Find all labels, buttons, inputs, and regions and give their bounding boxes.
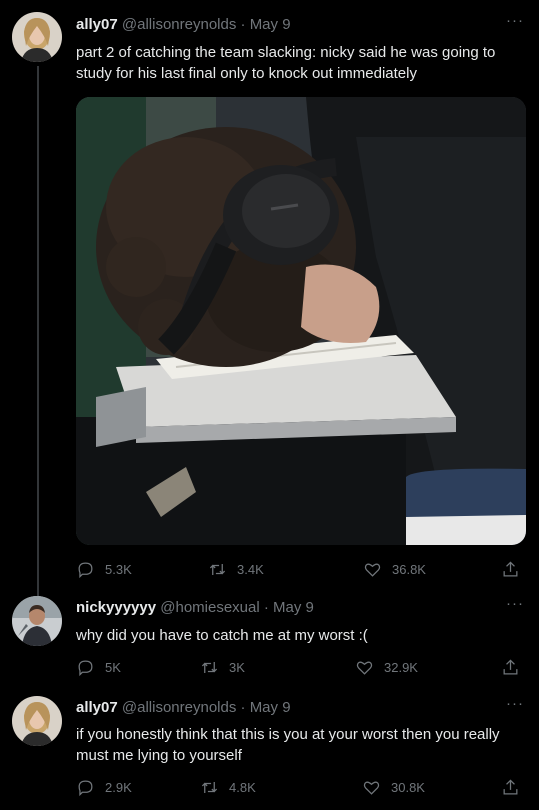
tweet-3[interactable]: ally07 @allisonreynolds · May 9 ··· if y… bbox=[0, 690, 539, 810]
share-button[interactable] bbox=[501, 778, 520, 797]
reply-icon bbox=[78, 660, 93, 677]
retweet-icon bbox=[201, 661, 218, 674]
display-name[interactable]: ally07 bbox=[76, 699, 118, 716]
separator-dot: · bbox=[240, 699, 246, 716]
tweet-actions: 5K 3K 32.9K bbox=[76, 658, 526, 678]
reply-count: 5K bbox=[105, 660, 121, 675]
retweet-icon bbox=[209, 563, 226, 576]
reply-count: 2.9K bbox=[105, 780, 132, 795]
like-count: 32.9K bbox=[384, 660, 418, 675]
heart-icon bbox=[356, 661, 373, 675]
share-icon bbox=[503, 779, 518, 795]
separator-dot: · bbox=[263, 599, 269, 616]
retweet-count: 3.4K bbox=[237, 562, 264, 577]
display-name[interactable]: ally07 bbox=[76, 16, 118, 33]
retweet-count: 4.8K bbox=[229, 780, 256, 795]
user-handle[interactable]: @allisonreynolds bbox=[122, 699, 236, 716]
avatar[interactable] bbox=[12, 12, 62, 62]
more-options-icon[interactable]: ··· bbox=[505, 596, 525, 619]
like-count: 36.8K bbox=[392, 562, 426, 577]
tweet-date[interactable]: May 9 bbox=[273, 599, 314, 616]
tweet-actions: 5.3K 3.4K 36.8K bbox=[76, 560, 526, 580]
reply-button[interactable]: 5K bbox=[76, 658, 121, 677]
share-button[interactable] bbox=[501, 658, 520, 677]
like-button[interactable]: 30.8K bbox=[362, 778, 425, 797]
user-handle[interactable]: @homiesexual bbox=[160, 599, 259, 616]
like-button[interactable]: 36.8K bbox=[363, 560, 426, 579]
reply-count: 5.3K bbox=[105, 562, 132, 577]
like-count: 30.8K bbox=[391, 780, 425, 795]
retweet-button[interactable]: 4.8K bbox=[200, 778, 256, 797]
heart-icon bbox=[364, 563, 381, 577]
retweet-button[interactable]: 3.4K bbox=[208, 560, 264, 579]
more-options-icon[interactable]: ··· bbox=[505, 696, 525, 719]
heart-icon bbox=[363, 781, 380, 795]
reply-icon bbox=[78, 562, 93, 579]
retweet-icon bbox=[201, 781, 218, 794]
tweet-text: part 2 of catching the team slacking: ni… bbox=[76, 44, 496, 82]
avatar[interactable] bbox=[12, 596, 62, 646]
share-button[interactable] bbox=[501, 560, 520, 579]
tweet-text: why did you have to catch me at my worst… bbox=[76, 627, 368, 644]
tweet-photo[interactable] bbox=[76, 97, 526, 545]
share-icon bbox=[503, 659, 518, 675]
tweet-header: ally07 @allisonreynolds · May 9 bbox=[76, 698, 291, 718]
tweet-text: if you honestly think that this is you a… bbox=[76, 726, 500, 764]
tweet-header: nickyyyyyy @homiesexual · May 9 bbox=[76, 598, 314, 618]
display-name[interactable]: nickyyyyyy bbox=[76, 599, 156, 616]
reply-button[interactable]: 5.3K bbox=[76, 560, 132, 579]
like-button[interactable]: 32.9K bbox=[355, 658, 418, 677]
tweet-1[interactable]: ally07 @allisonreynolds · May 9 ··· part… bbox=[0, 0, 539, 590]
reply-button[interactable]: 2.9K bbox=[76, 778, 132, 797]
tweet-date[interactable]: May 9 bbox=[250, 699, 291, 716]
tweet-actions: 2.9K 4.8K 30.8K bbox=[76, 778, 526, 798]
tweet-date[interactable]: May 9 bbox=[250, 16, 291, 33]
separator-dot: · bbox=[240, 16, 246, 33]
user-handle[interactable]: @allisonreynolds bbox=[122, 16, 236, 33]
retweet-count: 3K bbox=[229, 660, 245, 675]
retweet-button[interactable]: 3K bbox=[200, 658, 245, 677]
tweet-2[interactable]: nickyyyyyy @homiesexual · May 9 ··· why … bbox=[0, 590, 539, 690]
avatar[interactable] bbox=[12, 696, 62, 746]
share-icon bbox=[503, 561, 518, 577]
tweet-header: ally07 @allisonreynolds · May 9 bbox=[76, 15, 291, 35]
reply-icon bbox=[78, 780, 93, 797]
more-options-icon[interactable]: ··· bbox=[505, 13, 525, 36]
